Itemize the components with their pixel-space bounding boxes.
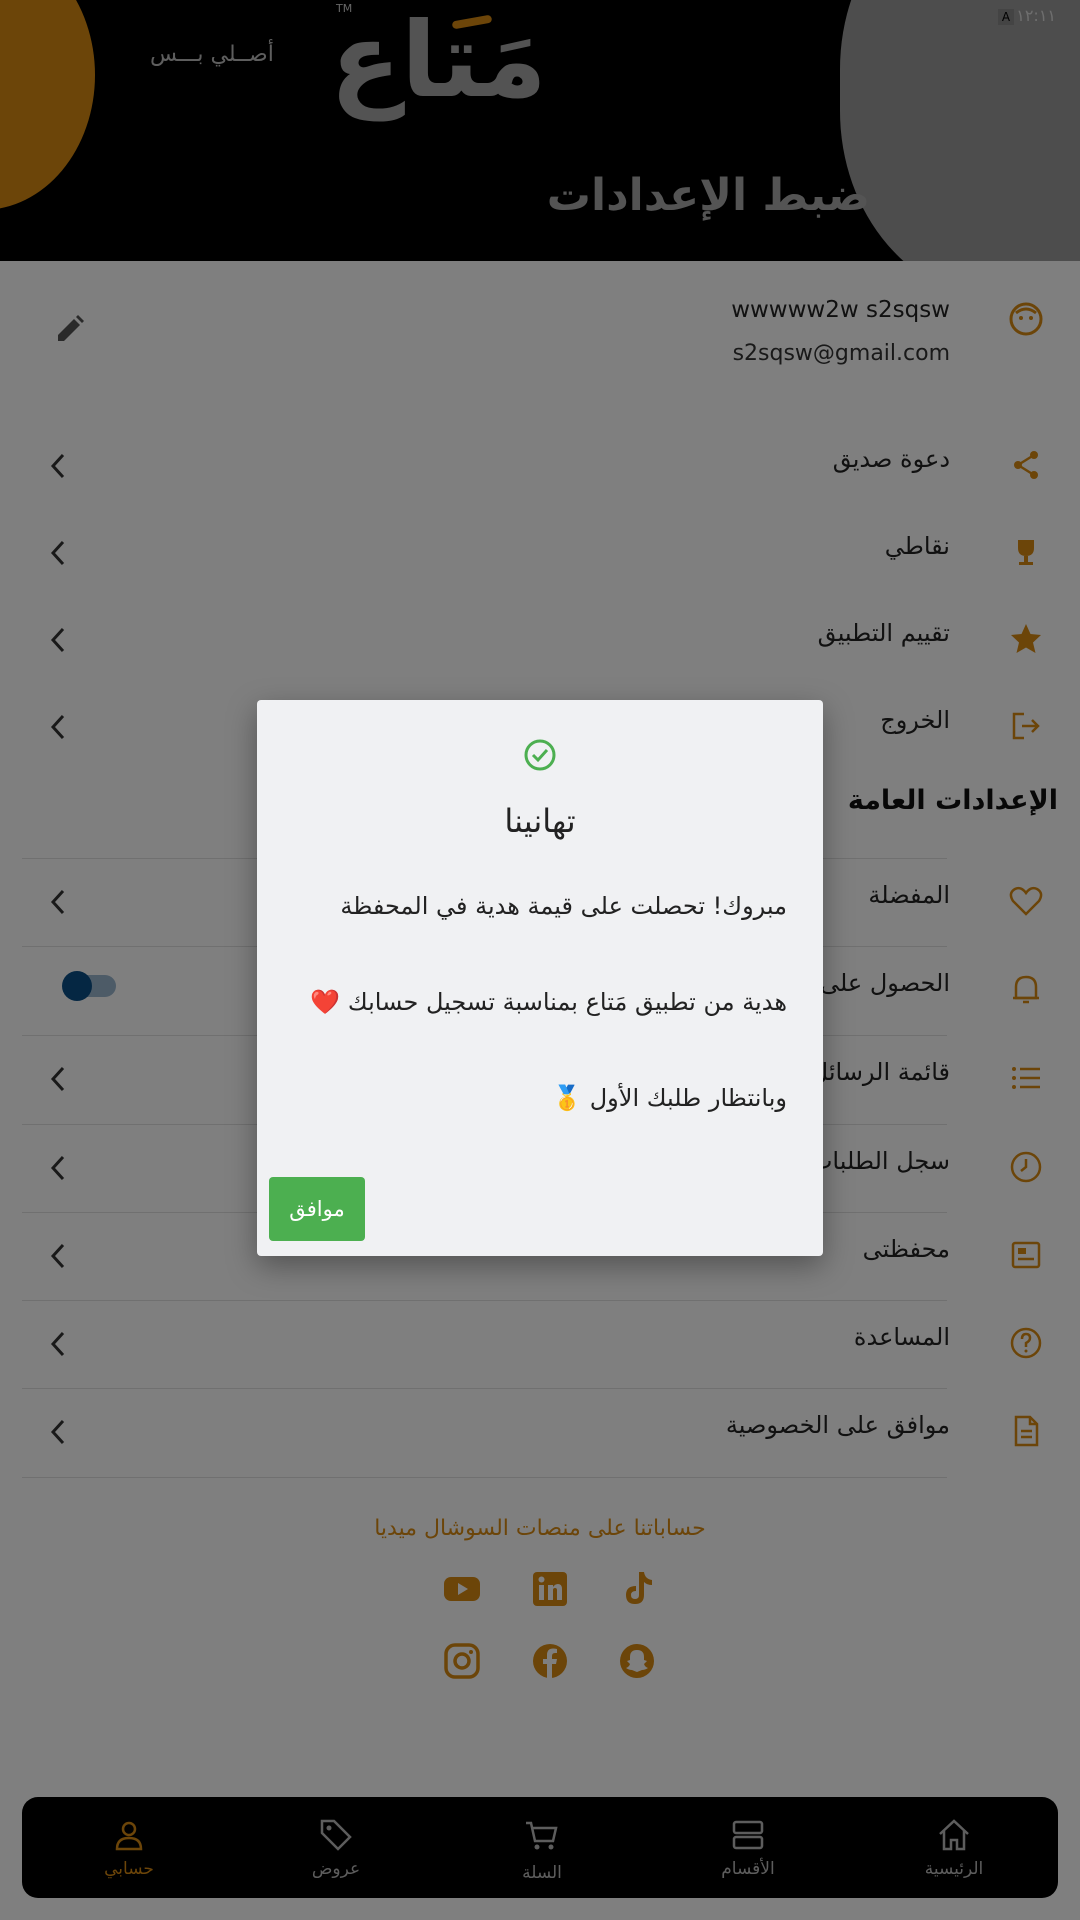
dialog-title: تهانينا: [504, 802, 576, 840]
dialog-message-line: هدية من تطبيق مَتاع بمناسبة تسجيل حسابك …: [310, 988, 787, 1016]
check-circle-icon: [523, 738, 557, 776]
dialog-message-line: وبانتظار طلبك الأول 🥇: [552, 1084, 787, 1112]
dialog-message-line: مبروك! تحصلت على قيمة هدية في المحفظة: [340, 892, 787, 920]
ok-button[interactable]: موافق: [269, 1177, 365, 1241]
congrats-dialog: تهانينا مبروك! تحصلت على قيمة هدية في ال…: [257, 700, 823, 1256]
